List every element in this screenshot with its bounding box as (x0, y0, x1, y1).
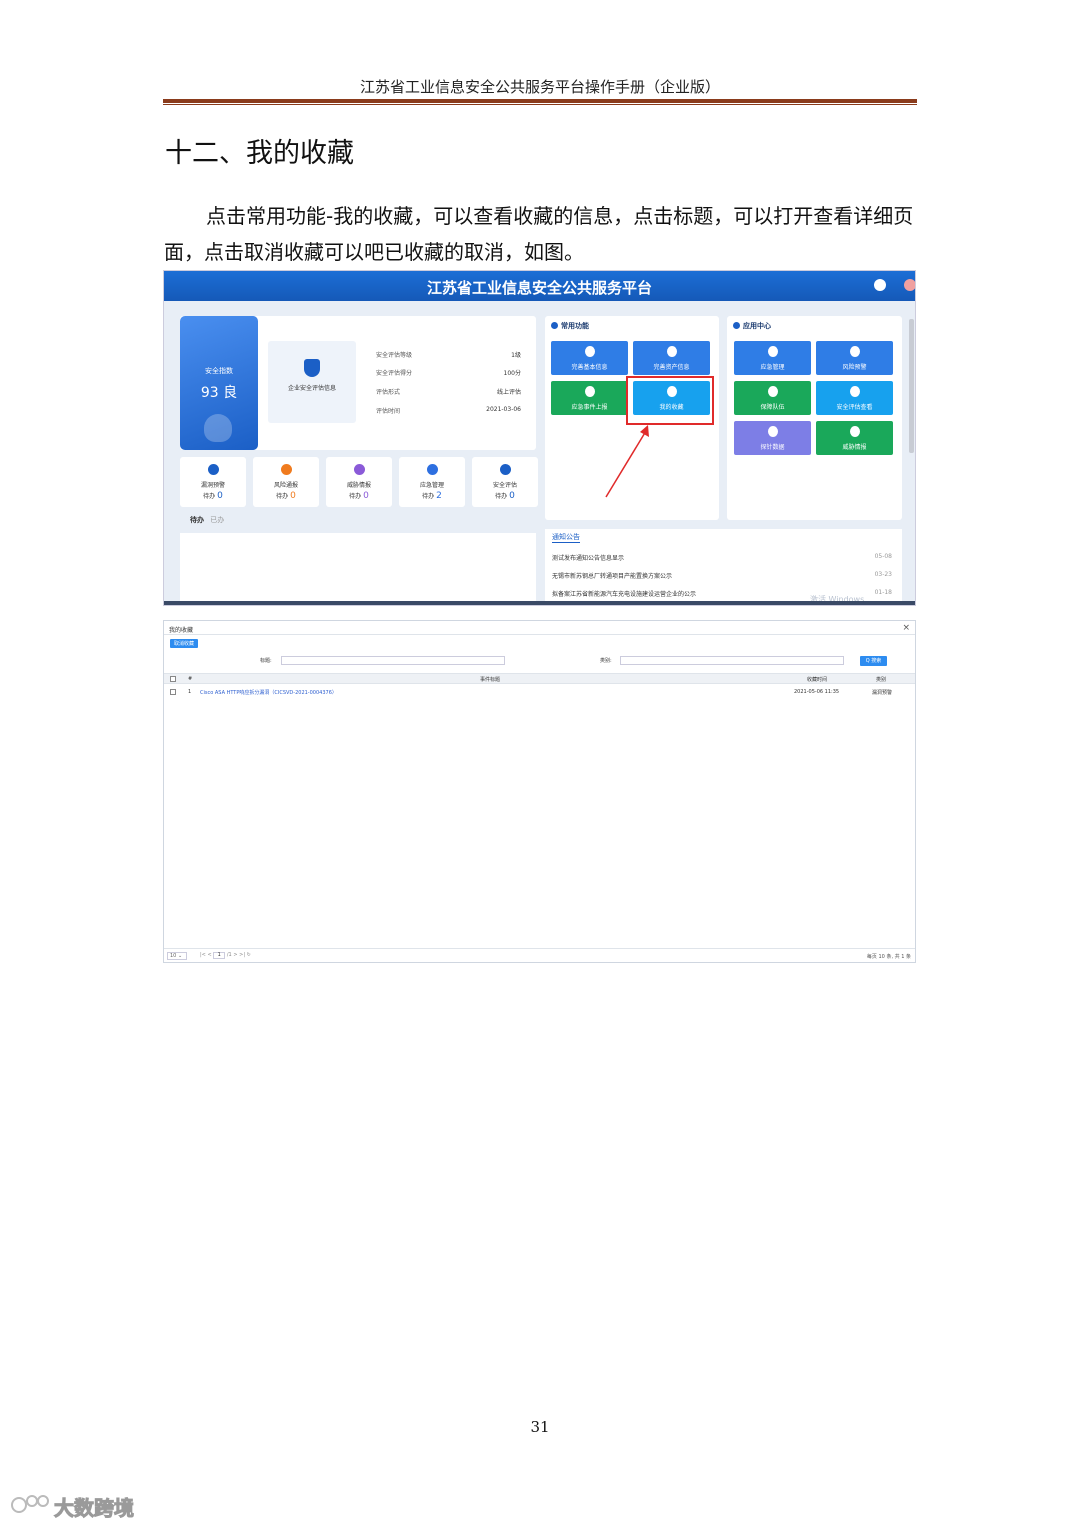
cluster-icon (768, 426, 778, 437)
common-functions-title: 常用功能 (551, 321, 589, 331)
todo-tile-risk[interactable]: 风险通报 待办 0 (253, 457, 319, 507)
pagination-footer: 10 ⌄ |< < 1 /1 > >| ↻ 每页 10 条, 共 1 条 (164, 948, 915, 962)
robot-icon (585, 386, 595, 397)
app-probe-data[interactable]: 探针数据 (734, 421, 811, 455)
security-score-card: 安全指数 93 良 (180, 316, 258, 450)
next-page-icon[interactable]: > (233, 952, 237, 958)
shield-icon (204, 414, 232, 442)
eval-info-box[interactable]: 企业安全评估信息 (268, 341, 356, 423)
score-label: 安全指数 (205, 367, 233, 375)
alert-icon (354, 464, 365, 475)
row-checkbox[interactable] (170, 689, 176, 695)
prev-page-icon[interactable]: < (207, 952, 211, 958)
robot-icon (427, 464, 438, 475)
highlight-box (626, 376, 714, 425)
section-paragraph: 点击常用功能-我的收藏，可以查看收藏的信息，点击标题，可以打开查看详细页面，点击… (164, 204, 914, 264)
arrow-icon (605, 425, 649, 498)
table-row: 1 Cisco ASA HTTP响应拆分漏洞（CICSVD-2021-00043… (164, 687, 915, 698)
dashboard-screenshot: 江苏省工业信息安全公共服务平台 安全指数 93 良 企业安全评估信息 安全评估等… (163, 270, 916, 606)
app-assessment-view[interactable]: 安全评估查看 (816, 381, 893, 415)
section-title: 十二、我的收藏 (165, 138, 354, 169)
shield-icon (304, 359, 320, 377)
shield-icon (551, 322, 558, 329)
header-rule-thin (163, 104, 917, 105)
app-threat-intel[interactable]: 威胁情报 (816, 421, 893, 455)
favorites-title: 我的收藏 (169, 627, 194, 634)
notice-item[interactable]: 无锡市新苏钢总厂转通项目产能置换方案公示 03-23 (552, 571, 892, 580)
target-icon (768, 346, 778, 357)
tab-todo[interactable]: 待办 (190, 516, 204, 524)
taskbar-strip (164, 601, 915, 605)
bug-icon (585, 346, 595, 357)
fn-incident-report[interactable]: 应急事件上报 (551, 381, 628, 415)
shield-icon (733, 322, 740, 329)
page-summary: 每页 10 条, 共 1 条 (866, 954, 911, 960)
title-filter-label: 标题: (260, 658, 272, 664)
fn-asset-info[interactable]: 完善资产信息 (633, 341, 710, 375)
close-icon[interactable]: × (902, 623, 910, 633)
bug-icon (500, 464, 511, 475)
refresh-icon[interactable]: ↻ (247, 952, 251, 958)
app-emergency[interactable]: 应急管理 (734, 341, 811, 375)
type-filter-select[interactable] (620, 656, 844, 665)
app-title: 江苏省工业信息安全公共服务平台 (426, 279, 652, 297)
document-header: 江苏省工业信息安全公共服务平台操作手册（企业版） (359, 78, 720, 96)
scrollbar[interactable] (909, 319, 914, 453)
score-value: 93 良 (200, 385, 238, 401)
title-filter-input[interactable] (281, 656, 505, 665)
type-filter-label: 类别: (600, 658, 612, 664)
todo-list-area (180, 533, 536, 603)
target-icon (667, 346, 677, 357)
notice-title: 通知公告 (552, 533, 580, 543)
todo-tile-assessment[interactable]: 安全评估 待办 0 (472, 457, 538, 507)
camera-icon (768, 386, 778, 397)
table-header: # 事件标题 收藏时间 类别 (164, 673, 915, 684)
todo-tile-vuln[interactable]: 漏洞预警 待办 0 (180, 457, 246, 507)
last-page-icon[interactable]: >| (239, 952, 245, 958)
app-support-team[interactable]: 保障队伍 (734, 381, 811, 415)
brand-text: 大数跨境 (54, 1496, 135, 1521)
page-number: 31 (530, 1418, 550, 1436)
bell-icon (281, 464, 292, 475)
row-title-link[interactable]: Cisco ASA HTTP响应拆分漏洞（CICSVD-2021-0004376… (200, 689, 337, 696)
robot-icon (850, 346, 860, 357)
document-icon (850, 386, 860, 397)
user-icon[interactable] (874, 279, 886, 291)
page-size-select[interactable]: 10 ⌄ (167, 952, 187, 960)
select-all-checkbox[interactable] (170, 676, 176, 682)
todo-tabs: 待办 已办 (190, 515, 228, 525)
header-rule (163, 99, 917, 103)
notice-item[interactable]: 测试发布通知公告信息显示 05-08 (552, 553, 892, 562)
cancel-favorite-button[interactable]: 取消收藏 (170, 639, 199, 648)
app-center-title: 应用中心 (733, 321, 771, 331)
todo-tile-emergency[interactable]: 应急管理 待办 2 (399, 457, 465, 507)
pager: |< < 1 /1 > >| ↻ (200, 952, 251, 959)
fn-basic-info[interactable]: 完善基本信息 (551, 341, 628, 375)
divider (164, 634, 915, 635)
favorites-screenshot: 我的收藏 × 取消收藏 标题: 类别: Q 搜索 # 事件标题 收藏时间 类别 … (163, 620, 916, 963)
page-input[interactable]: 1 (213, 952, 226, 959)
eval-box-label: 企业安全评估信息 (287, 385, 336, 392)
notification-icon[interactable] (904, 279, 915, 291)
todo-tile-threat[interactable]: 威胁情报 待办 0 (326, 457, 392, 507)
tab-done[interactable]: 已办 (210, 516, 224, 524)
search-button[interactable]: Q 搜索 (860, 656, 887, 666)
first-page-icon[interactable]: |< (200, 952, 206, 958)
logo-icon (11, 1495, 49, 1513)
app-topbar: 江苏省工业信息安全公共服务平台 (164, 271, 915, 301)
bug-icon (208, 464, 219, 475)
app-risk-warning[interactable]: 风险预警 (816, 341, 893, 375)
stack-icon (850, 426, 860, 437)
